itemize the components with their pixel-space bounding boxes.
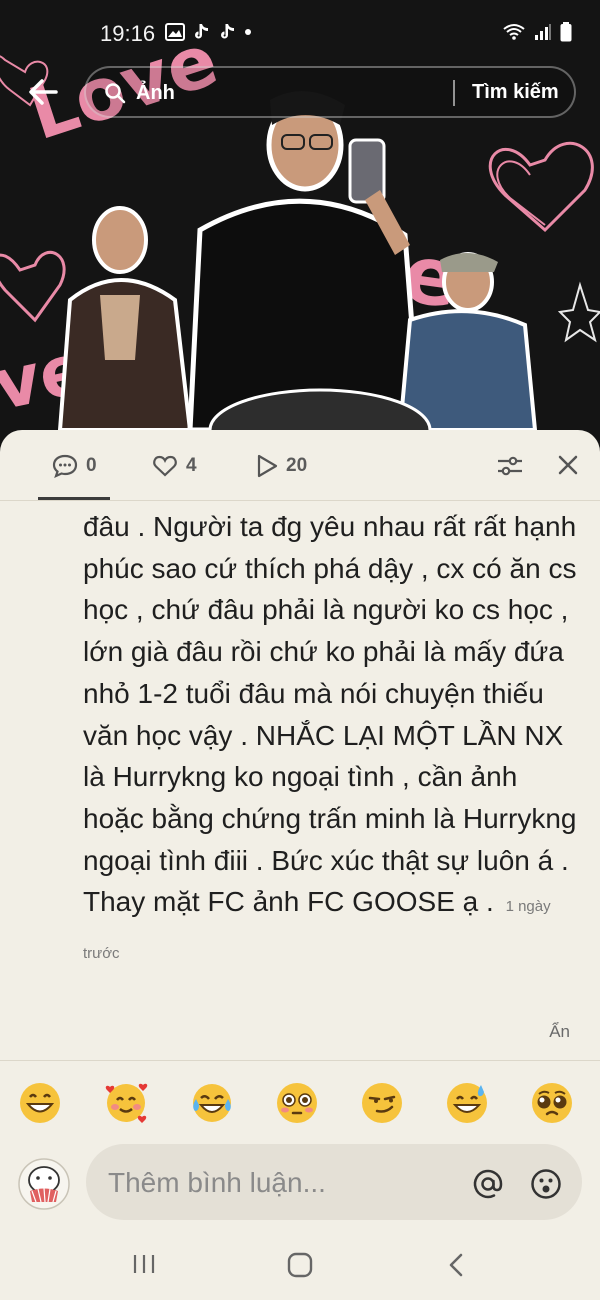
search-query[interactable]: Ảnh (136, 82, 175, 105)
play-count: 20 (286, 455, 308, 476)
battery-icon (560, 22, 572, 42)
status-bar: 19:16 (0, 0, 600, 56)
quick-emoji-row (0, 1081, 600, 1127)
comment-icon (52, 454, 78, 478)
tears-of-joy-emoji-icon[interactable] (190, 1081, 234, 1125)
search-divider (453, 80, 455, 106)
filter-icon[interactable] (496, 454, 524, 478)
recent-apps-icon[interactable] (131, 1252, 157, 1276)
emoji-picker-icon[interactable] (530, 1168, 562, 1200)
mention-icon[interactable] (472, 1168, 504, 1200)
status-time: 19:16 (100, 21, 156, 46)
search-bar[interactable]: Ảnh Tìm kiếm (84, 66, 576, 118)
emoji-divider (0, 1060, 600, 1061)
plays-stat: 20 (256, 454, 307, 478)
smiling-hearts-emoji-icon[interactable] (104, 1081, 148, 1125)
comment-count: 0 (86, 455, 97, 476)
likes-stat[interactable]: 4 (152, 454, 197, 478)
notification-icons (165, 22, 253, 42)
hide-button[interactable]: Ẩn (549, 1022, 570, 1042)
comments-tab[interactable]: 0 (52, 454, 97, 478)
comment-composer: Thêm bình luận... (0, 1142, 600, 1220)
play-icon (257, 454, 278, 478)
close-icon[interactable] (557, 454, 579, 476)
gallery-icon (165, 23, 185, 41)
comment-input[interactable]: Thêm bình luận... (86, 1144, 582, 1220)
system-icons (502, 22, 572, 42)
user-avatar[interactable] (18, 1158, 70, 1210)
search-button[interactable]: Tìm kiếm (472, 81, 559, 104)
search-header: Ảnh Tìm kiếm (0, 66, 600, 118)
sweat-smile-emoji-icon[interactable] (445, 1081, 489, 1125)
stats-divider (0, 500, 600, 501)
comments-sheet: 0 4 20 đâu . Người ta đg yêu nhau rất rấ… (0, 430, 600, 1300)
smirk-emoji-icon[interactable] (360, 1081, 404, 1125)
nav-back-icon[interactable] (446, 1252, 466, 1278)
pleading-emoji-icon[interactable] (530, 1081, 574, 1125)
grinning-emoji-icon[interactable] (18, 1081, 62, 1125)
back-arrow-icon[interactable] (26, 74, 62, 110)
comment-body: đâu . Người ta đg yêu nhau rất rất hạnh … (83, 506, 583, 975)
flushed-emoji-icon[interactable] (275, 1081, 319, 1125)
stats-bar: 0 4 20 (0, 430, 600, 502)
comment-text: đâu . Người ta đg yêu nhau rất rất hạnh … (83, 511, 577, 918)
comment-input-placeholder: Thêm bình luận... (108, 1167, 326, 1198)
home-icon[interactable] (286, 1252, 314, 1278)
android-nav-bar (0, 1238, 600, 1300)
like-count: 4 (186, 455, 197, 476)
tiktok-icon (195, 24, 208, 39)
wifi-icon (503, 24, 525, 40)
dot-icon (245, 29, 251, 35)
search-icon (105, 83, 126, 104)
signal-icon (535, 24, 551, 40)
heart-icon (153, 455, 177, 477)
tiktok-icon (221, 24, 234, 39)
